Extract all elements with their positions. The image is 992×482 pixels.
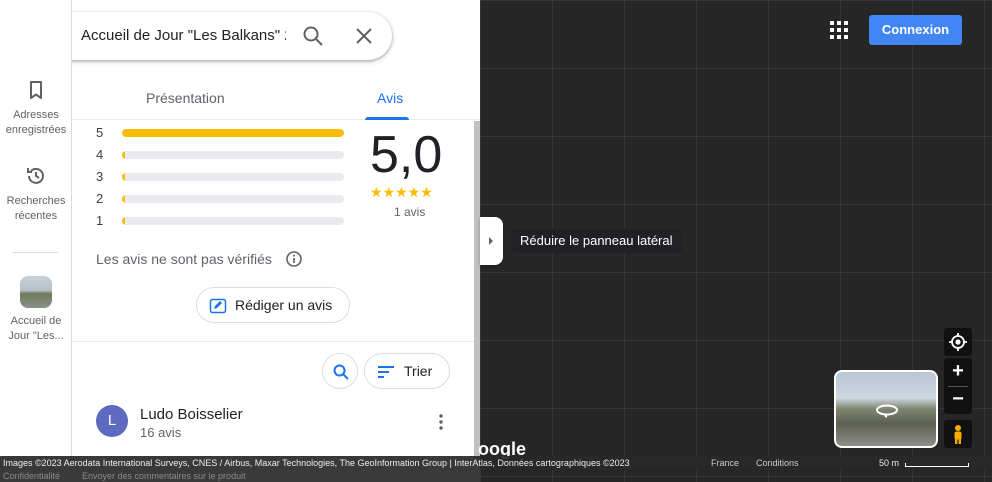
histogram-row: 3 [96, 169, 346, 184]
histogram-star-label: 4 [96, 147, 104, 162]
reviewer-review-count: 16 avis [140, 425, 182, 440]
histogram-fill [122, 151, 126, 159]
histogram-star-label: 5 [96, 125, 104, 140]
my-location-icon [949, 333, 967, 351]
country-link[interactable]: France [711, 458, 739, 468]
histogram-fill [122, 173, 126, 181]
search-icon[interactable] [301, 24, 325, 48]
zoom-controls: + − [944, 358, 972, 414]
rail-saved-label: Adresses enregistrées [5, 109, 67, 136]
rail-place[interactable]: Accueil de Jour "Les... [0, 276, 72, 344]
histogram-star-label: 2 [96, 191, 104, 206]
place-thumbnail [20, 276, 52, 308]
histogram-star-label: 3 [96, 169, 104, 184]
street-view-thumbnail[interactable] [834, 370, 938, 448]
pegman-figure-icon [954, 425, 962, 444]
edit-review-icon [209, 298, 227, 314]
info-icon[interactable] [285, 250, 303, 268]
review-count[interactable]: 1 avis [394, 205, 425, 219]
login-button[interactable]: Connexion [869, 15, 962, 45]
rotate-360-icon [876, 404, 898, 418]
tab-presentation[interactable]: Présentation [146, 90, 225, 106]
histogram-row: 4 [96, 147, 346, 162]
more-vert-icon[interactable] [434, 413, 448, 431]
my-location-button[interactable] [944, 328, 972, 356]
rail-recent[interactable]: Recherches récentes [0, 164, 72, 224]
histogram-row: 1 [96, 213, 346, 228]
attribution: Images ©2023 Aerodata International Surv… [3, 458, 630, 468]
chevron-right-icon [489, 237, 493, 245]
rail-recent-label: Recherches récentes [6, 195, 66, 222]
sort-label: Trier [404, 363, 433, 379]
histogram-row: 5 [96, 125, 346, 140]
histogram-track [122, 129, 344, 137]
rail-saved[interactable]: Adresses enregistrées [0, 78, 72, 138]
write-review-label: Rédiger un avis [235, 297, 333, 313]
pegman-icon[interactable] [944, 420, 972, 448]
histogram-row: 2 [96, 191, 346, 206]
privacy-link[interactable]: Confidentialité [3, 471, 60, 481]
sort-icon [378, 366, 394, 378]
rail-divider [12, 252, 58, 253]
tab-reviews[interactable]: Avis [377, 90, 403, 106]
conditions-link[interactable]: Conditions [756, 458, 799, 468]
tooltip: Réduire le panneau latéral [511, 229, 682, 253]
scrollbar-thumb[interactable] [474, 121, 480, 461]
scrollbar[interactable] [474, 121, 480, 461]
zoom-out-button[interactable]: − [944, 388, 972, 411]
bookmark-icon [30, 81, 42, 99]
rail-place-label: Accueil de Jour "Les... [8, 315, 64, 342]
tabs: Présentation Avis [72, 72, 480, 120]
reviews-pane[interactable]: 5 4 3 2 1 5,0 ★★★★★ 1 avis Les avis ne sont … [72, 121, 480, 461]
avatar[interactable]: L [96, 405, 128, 437]
average-score: 5,0 [370, 126, 443, 184]
zoom-in-button[interactable]: + [944, 360, 972, 383]
histogram-fill [122, 195, 126, 203]
unverified-note: Les avis ne sont pas vérifiés [96, 251, 272, 267]
search-icon [333, 364, 349, 380]
map-footer: Images ©2023 Aerodata International Surv… [0, 456, 992, 470]
zoom-divider [948, 386, 968, 387]
reviewer-name[interactable]: Ludo Boisselier [140, 406, 243, 423]
history-icon [27, 167, 44, 184]
side-panel: Présentation Avis 5 4 3 2 1 5,0 ★★★★★ 1 avis… [72, 0, 480, 482]
scale-label[interactable]: 50 m [879, 458, 899, 468]
tab-indicator [365, 117, 409, 120]
histogram-fill [122, 217, 126, 225]
write-review-button[interactable]: Rédiger un avis [196, 287, 350, 323]
search-input[interactable]: Accueil de Jour "Les Balkans" 2 [81, 27, 286, 44]
star-rating: ★★★★★ [370, 184, 433, 200]
search-reviews-button[interactable] [322, 353, 358, 389]
histogram-fill [122, 129, 344, 137]
scale-bar [905, 463, 969, 467]
search-box[interactable]: Accueil de Jour "Les Balkans" 2 [72, 12, 392, 60]
histogram-track [122, 173, 344, 181]
panel-footer: Confidentialité Envoyer des commentaires… [0, 470, 480, 482]
apps-grid-icon[interactable] [830, 21, 848, 39]
histogram-star-label: 1 [96, 213, 104, 228]
left-rail: Adresses enregistrées Recherches récente… [0, 0, 72, 482]
close-icon[interactable] [352, 24, 376, 48]
section-divider [72, 341, 474, 342]
histogram-track [122, 195, 344, 203]
feedback-link[interactable]: Envoyer des commentaires sur le produit [82, 471, 246, 481]
histogram-track [122, 151, 344, 159]
sort-button[interactable]: Trier [364, 353, 450, 389]
histogram-track [122, 217, 344, 225]
collapse-panel-button[interactable] [480, 217, 503, 265]
